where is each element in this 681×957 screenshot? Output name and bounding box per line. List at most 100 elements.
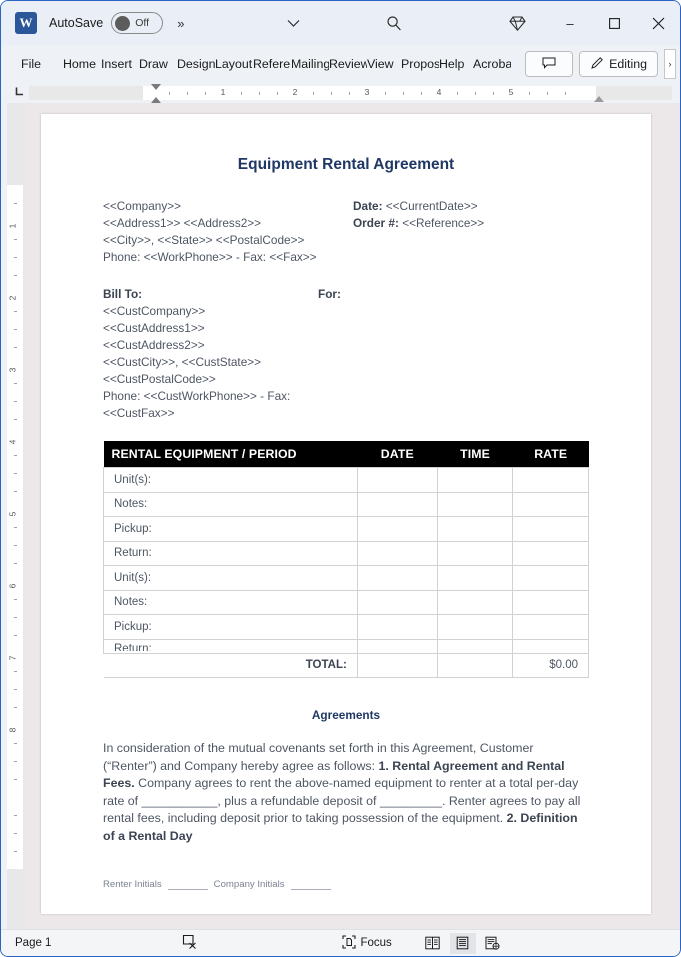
cell-time[interactable] xyxy=(436,491,514,517)
table-row[interactable]: Return: xyxy=(103,638,589,654)
cell-date[interactable] xyxy=(356,589,438,615)
cell-time[interactable] xyxy=(436,565,514,591)
tab-mailings[interactable]: Mailings xyxy=(291,51,329,77)
cell-date[interactable] xyxy=(356,491,438,517)
cell-rate[interactable] xyxy=(512,540,589,566)
order-value: <<Reference>> xyxy=(402,216,485,230)
row-label[interactable]: Notes: xyxy=(103,589,358,615)
autosave-toggle[interactable]: Off xyxy=(111,12,164,34)
maximize-button[interactable] xyxy=(592,8,636,38)
comments-button[interactable] xyxy=(525,51,574,77)
vertical-scrollbar[interactable] xyxy=(674,103,679,931)
renter-initials-label: Renter Initials xyxy=(103,878,162,890)
cell-time[interactable] xyxy=(436,467,514,493)
table-total-row[interactable]: TOTAL: $0.00 xyxy=(103,652,589,678)
cell-rate[interactable] xyxy=(512,516,589,542)
cell-time[interactable] xyxy=(436,638,514,654)
title-bar-center xyxy=(183,12,504,34)
total-date-cell[interactable] xyxy=(356,652,438,678)
total-time-cell[interactable] xyxy=(436,652,514,678)
renter-initials-field[interactable] xyxy=(167,881,208,890)
col-header-date: DATE xyxy=(357,441,438,468)
cell-date[interactable] xyxy=(356,638,438,654)
row-label[interactable]: Unit(s): xyxy=(103,467,358,493)
tab-review[interactable]: Review xyxy=(329,51,367,77)
tab-insert[interactable]: Insert xyxy=(101,51,139,77)
table-row[interactable]: Unit(s): xyxy=(103,565,589,591)
row-label[interactable]: Return: xyxy=(103,540,358,566)
ruler-strip[interactable]: 1 2 3 4 5 xyxy=(29,84,672,103)
cell-date[interactable] xyxy=(356,540,438,566)
tab-help[interactable]: Help xyxy=(439,51,473,77)
cell-time[interactable] xyxy=(436,516,514,542)
row-label[interactable]: Pickup: xyxy=(103,516,358,542)
cell-rate[interactable] xyxy=(512,589,589,615)
order-label: Order #: xyxy=(353,216,399,230)
vertical-ruler[interactable]: 1 2 3 4 5 6 7 8 xyxy=(7,103,23,931)
table-row[interactable]: Return: xyxy=(103,540,589,566)
order-meta-block: Date: <<CurrentDate>> Order #: <<Referen… xyxy=(353,198,589,266)
company-initials-field[interactable] xyxy=(290,881,331,890)
rental-table[interactable]: RENTAL EQUIPMENT / PERIOD DATE TIME RATE… xyxy=(103,441,589,678)
row-label[interactable]: Return: xyxy=(103,638,358,654)
company-city: <<City>>, <<State>> <<PostalCode>> xyxy=(103,233,305,247)
tab-design[interactable]: Design xyxy=(177,51,215,77)
row-label[interactable]: Pickup: xyxy=(103,614,358,640)
diamond-icon[interactable] xyxy=(504,12,530,34)
ribbon-overflow-button[interactable]: › xyxy=(664,49,676,79)
row-label[interactable]: Unit(s): xyxy=(103,565,358,591)
tab-view[interactable]: View xyxy=(367,51,401,77)
cell-rate[interactable] xyxy=(512,491,589,517)
initials-line: Renter Initials Company Initials xyxy=(103,879,589,890)
order-row: Order #: <<Reference>> xyxy=(353,215,589,232)
autosave-toggle-knob xyxy=(115,15,131,31)
table-row[interactable]: Pickup: xyxy=(103,614,589,640)
table-row[interactable]: Notes: xyxy=(103,491,589,517)
cell-date[interactable] xyxy=(356,614,438,640)
table-row[interactable]: Unit(s): xyxy=(103,467,589,493)
cell-rate[interactable] xyxy=(512,614,589,640)
row-label[interactable]: Notes: xyxy=(103,491,358,517)
cell-rate[interactable] xyxy=(512,467,589,493)
tab-layout[interactable]: Layout xyxy=(215,51,253,77)
right-indent-marker[interactable] xyxy=(594,96,604,102)
minimize-button[interactable]: – xyxy=(548,8,592,38)
document-canvas[interactable]: Equipment Rental Agreement <<Company>> <… xyxy=(23,103,680,931)
web-layout-icon[interactable] xyxy=(480,933,506,954)
billto-line-3: <<CustAddress2>> xyxy=(103,338,205,352)
proofing-errors-icon[interactable] xyxy=(182,934,198,953)
table-row[interactable]: Notes: xyxy=(103,589,589,615)
tab-draw[interactable]: Draw xyxy=(139,51,177,77)
horizontal-ruler[interactable]: 1 2 3 4 5 xyxy=(1,83,680,103)
table-row[interactable]: Pickup: xyxy=(103,516,589,542)
focus-mode-button[interactable]: Focus xyxy=(342,934,392,952)
cell-date[interactable] xyxy=(356,565,438,591)
comment-icon xyxy=(542,57,556,72)
tab-home[interactable]: Home xyxy=(63,51,101,77)
editing-mode-button[interactable]: Editing xyxy=(579,51,658,77)
cell-time[interactable] xyxy=(436,589,514,615)
cell-date[interactable] xyxy=(356,467,438,493)
cell-time[interactable] xyxy=(436,614,514,640)
page-number-indicator[interactable]: Page 1 xyxy=(15,937,51,949)
billto-line-6: Phone: <<CustWorkPhone>> - Fax: xyxy=(103,389,291,403)
chevron-down-icon[interactable] xyxy=(281,12,307,34)
read-mode-icon[interactable] xyxy=(420,933,446,954)
print-layout-icon[interactable] xyxy=(449,932,476,954)
tab-acrobat[interactable]: Acrobat xyxy=(473,51,511,77)
tab-stop-selector[interactable] xyxy=(9,86,29,100)
tab-proposify[interactable]: Proposify xyxy=(401,51,439,77)
document-page[interactable]: Equipment Rental Agreement <<Company>> <… xyxy=(41,114,651,914)
cell-date[interactable] xyxy=(356,516,438,542)
tab-file[interactable]: File xyxy=(21,51,41,77)
cell-rate[interactable] xyxy=(512,638,589,654)
cell-rate[interactable] xyxy=(512,565,589,591)
tab-references[interactable]: References xyxy=(253,51,291,77)
ruler-number-4: 4 xyxy=(436,87,442,97)
search-icon[interactable] xyxy=(381,12,407,34)
for-label: For: xyxy=(318,287,341,301)
vruler-number-1: 1 xyxy=(7,223,18,229)
cell-time[interactable] xyxy=(436,540,514,566)
first-line-indent-marker[interactable] xyxy=(151,84,161,90)
close-button[interactable] xyxy=(636,8,680,38)
